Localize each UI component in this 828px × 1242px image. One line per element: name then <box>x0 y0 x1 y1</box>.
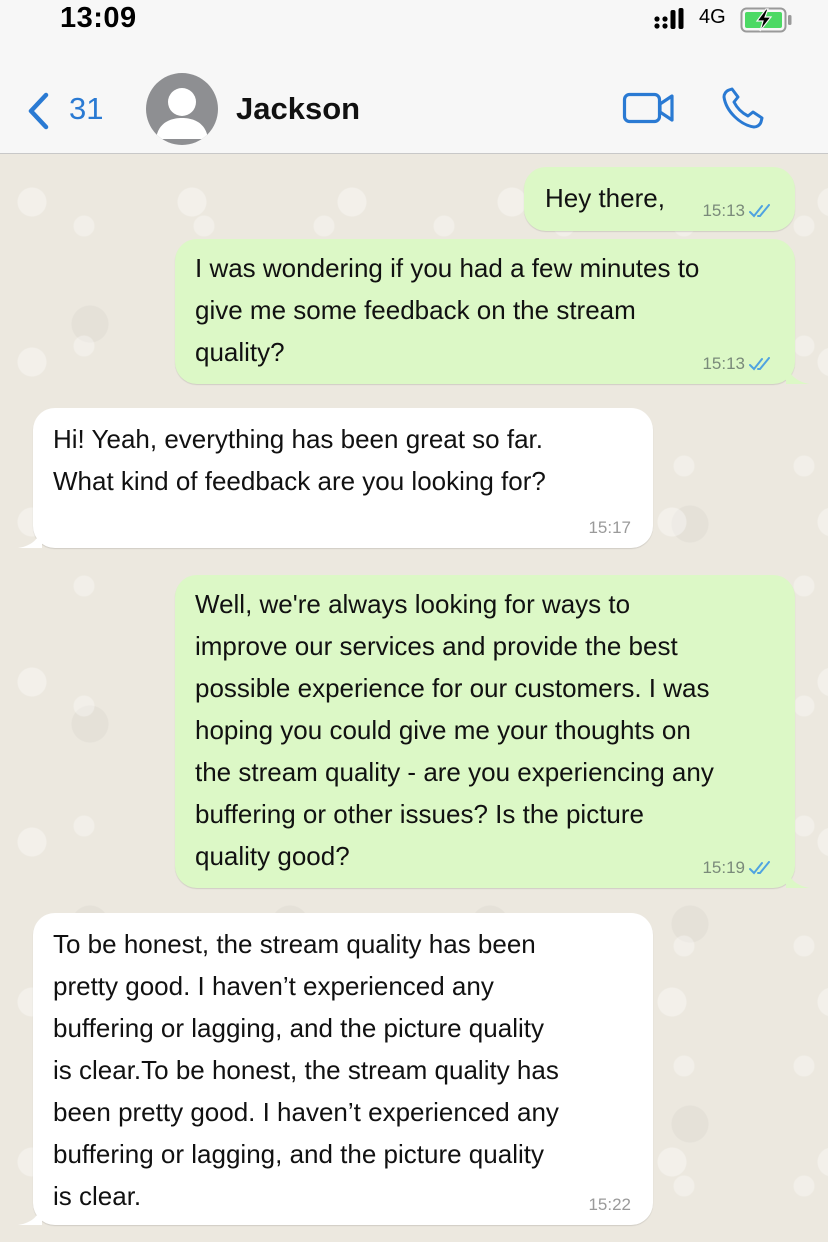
outgoing-message[interactable]: Hey there, 15:13 <box>524 167 795 231</box>
bubble-tail <box>18 1203 42 1225</box>
status-bar: 13:09 4G <box>0 0 828 40</box>
network-type: 4G <box>699 6 726 28</box>
signal-strength-icon <box>654 8 684 29</box>
chat-header: 31 Jackson <box>0 40 828 154</box>
voice-call-icon[interactable] <box>720 86 768 130</box>
message-meta: 15:17 <box>588 518 631 538</box>
avatar[interactable] <box>146 73 218 145</box>
message-time: 15:17 <box>588 518 631 537</box>
message-meta: 15:13 <box>702 354 773 374</box>
message-meta: 15:13 <box>702 201 773 221</box>
incoming-message[interactable]: To be honest, the stream quality has bee… <box>33 913 653 1225</box>
message-text: I was wondering if you had a few minutes… <box>195 253 700 367</box>
read-receipt-icon <box>749 861 770 875</box>
message-text: To be honest, the stream quality has bee… <box>53 929 559 1211</box>
message-text: Hi! Yeah, everything has been great so f… <box>53 424 546 496</box>
back-chevron-icon[interactable] <box>24 91 52 131</box>
message-time: 15:13 <box>702 354 745 373</box>
status-time: 13:09 <box>60 2 137 34</box>
outgoing-message[interactable]: I was wondering if you had a few minutes… <box>175 239 795 384</box>
read-receipt-icon <box>749 204 770 218</box>
video-call-icon[interactable] <box>622 90 676 126</box>
message-time: 15:19 <box>702 858 745 877</box>
outgoing-message[interactable]: Well, we're always looking for ways to i… <box>175 575 795 888</box>
battery-charging-icon <box>740 7 792 33</box>
message-meta: 15:22 <box>588 1195 631 1215</box>
bubble-tail <box>786 866 810 888</box>
read-receipt-icon <box>749 357 770 371</box>
incoming-message[interactable]: Hi! Yeah, everything has been great so f… <box>33 408 653 548</box>
message-text: Hey there, <box>545 183 665 213</box>
bubble-tail <box>786 362 810 384</box>
bubble-tail <box>18 526 42 548</box>
default-avatar-icon <box>156 88 208 139</box>
message-text: Well, we're always looking for ways to i… <box>195 589 714 871</box>
contact-name[interactable]: Jackson <box>236 91 360 127</box>
message-meta: 15:19 <box>702 858 773 878</box>
chat-messages-area[interactable]: Hey there, 15:13 I was wondering if you … <box>0 154 828 1242</box>
message-time: 15:13 <box>702 201 745 220</box>
message-time: 15:22 <box>588 1195 631 1214</box>
back-unread-count[interactable]: 31 <box>69 91 103 127</box>
